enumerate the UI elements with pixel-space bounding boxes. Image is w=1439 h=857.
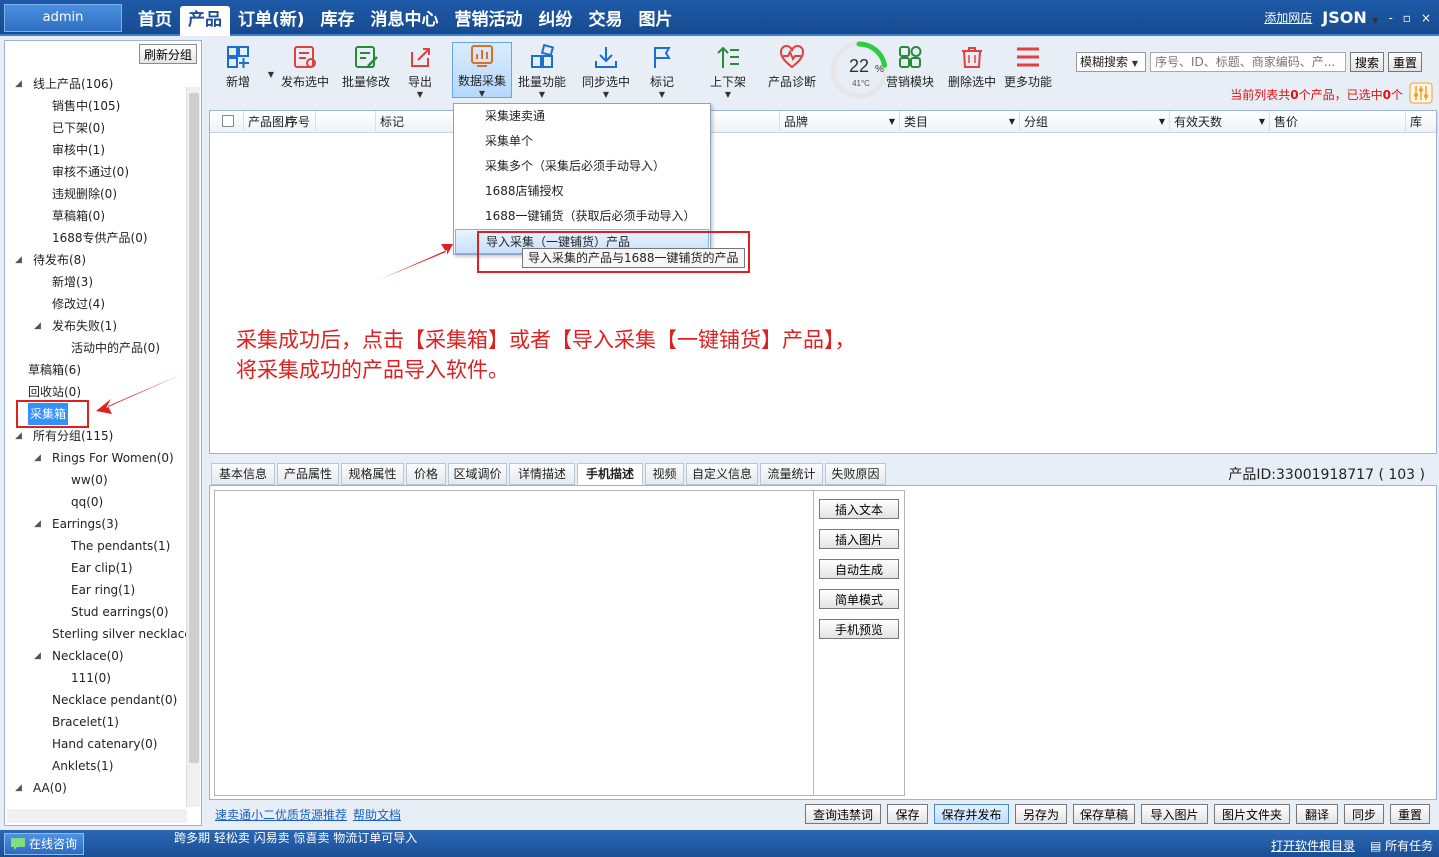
mobile-description-editor[interactable] xyxy=(214,490,814,796)
all-tasks-button[interactable]: ▤ 所有任务 xyxy=(1370,837,1433,854)
detail-tab[interactable]: 手机描述 xyxy=(577,463,643,485)
detail-tab[interactable]: 区域调价 xyxy=(448,463,507,485)
detail-tab[interactable]: 详情描述 xyxy=(509,463,575,485)
task-icon: ▤ xyxy=(1370,839,1382,853)
detail-tab[interactable]: 价格 xyxy=(406,463,446,485)
dropdown-menu-item[interactable]: 采集多个（采集后必须手动导入） xyxy=(454,154,710,179)
detail-body: 插入文本插入图片自动生成简单模式手机预览 xyxy=(209,485,1437,800)
editor-button[interactable]: 简单模式 xyxy=(819,589,899,609)
action-button[interactable]: 图片文件夹 xyxy=(1214,804,1290,824)
dropdown-menu-item[interactable]: 采集速卖通 xyxy=(454,104,710,129)
dropdown-menu-item[interactable]: 1688一键铺货（获取后必须手动导入） xyxy=(454,204,710,229)
chat-icon xyxy=(10,837,26,857)
detail-tabs: 产品ID:33001918717 ( 103 ) 基本信息 产品属性 规格属性 价格区… xyxy=(209,461,1437,485)
dropdown-menu-item[interactable]: 采集单个 xyxy=(454,129,710,154)
editor-button[interactable]: 手机预览 xyxy=(819,619,899,639)
action-button[interactable]: 翻译 xyxy=(1296,804,1338,824)
action-button[interactable]: 保存并发布 xyxy=(934,804,1009,824)
product-id: 产品ID:33001918717 ( 103 ) xyxy=(1228,467,1425,483)
online-consult-button[interactable]: 在线咨询 xyxy=(4,833,84,855)
dropdown-menu-item[interactable]: 1688店铺授权 xyxy=(454,179,710,204)
detail-tab[interactable]: 自定义信息 xyxy=(686,463,758,485)
help-link[interactable]: 速卖通小二优质货源推荐 xyxy=(215,806,347,823)
arrow-to-import-icon xyxy=(376,244,453,281)
action-button[interactable]: 另存为 xyxy=(1015,804,1067,824)
news-ticker[interactable]: 跨多期 轻松卖 闪易卖 惊喜卖 物流订单可导入 xyxy=(174,832,734,857)
action-button[interactable]: 导入图片 xyxy=(1141,804,1208,824)
open-root-dir-link[interactable]: 打开软件根目录 xyxy=(1271,837,1355,854)
action-button[interactable]: 保存 xyxy=(887,804,928,824)
detail-tab[interactable]: 基本信息 xyxy=(211,463,275,485)
action-button[interactable]: 重置 xyxy=(1390,804,1430,824)
detail-tab[interactable]: 产品属性 xyxy=(277,463,339,485)
detail-tab[interactable]: 视频 xyxy=(645,463,684,485)
arrow-to-collection-icon xyxy=(96,374,182,414)
detail-tab[interactable]: 规格属性 xyxy=(341,463,404,485)
highlight-box-import xyxy=(477,231,750,273)
action-button[interactable]: 保存草稿 xyxy=(1073,804,1135,824)
action-button[interactable]: 查询违禁词 xyxy=(805,804,881,824)
action-button[interactable]: 同步 xyxy=(1344,804,1384,824)
detail-tab[interactable]: 流量统计 xyxy=(760,463,823,485)
action-bar: 速卖通小二优质货源推荐 帮助文档 查询违禁词 保存 保存并发布 另存为 保存草稿 导入图片 图片… xyxy=(209,802,1437,826)
detail-tab[interactable]: 失败原因 xyxy=(825,463,886,485)
help-link[interactable]: 帮助文档 xyxy=(353,806,401,823)
editor-button[interactable]: 插入文本 xyxy=(819,499,899,519)
editor-button[interactable]: 自动生成 xyxy=(819,559,899,579)
status-bar: 在线咨询 跨多期 轻松卖 闪易卖 惊喜卖 物流订单可导入 打开软件根目录 ▤ 所… xyxy=(0,830,1439,857)
editor-button-panel: 插入文本插入图片自动生成简单模式手机预览 xyxy=(814,490,905,796)
editor-button[interactable]: 插入图片 xyxy=(819,529,899,549)
